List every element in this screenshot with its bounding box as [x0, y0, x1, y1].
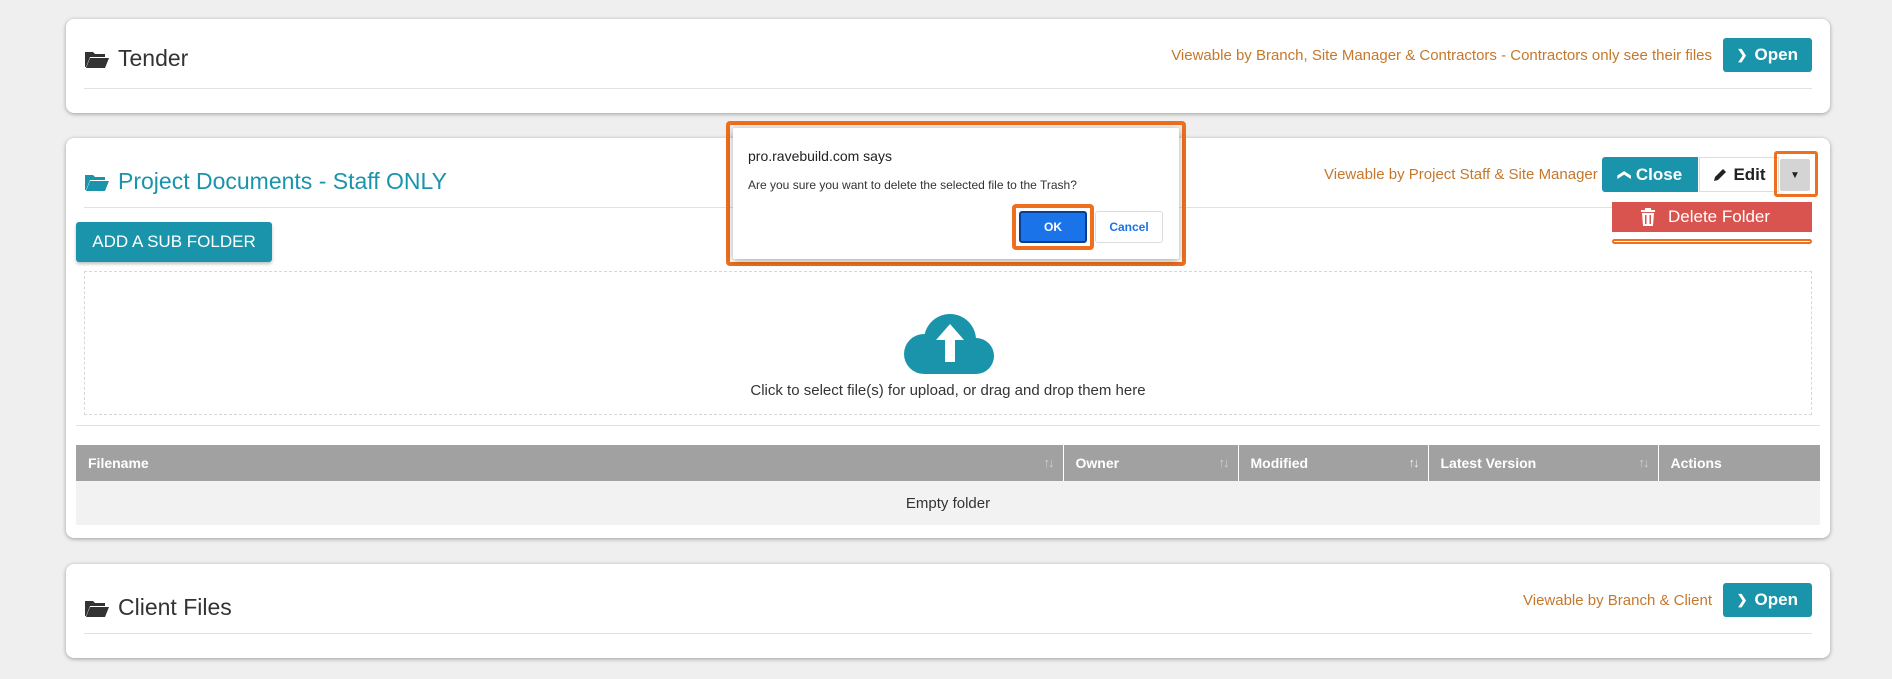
- client-files-header: Client Files Viewable by Branch & Client…: [84, 564, 1812, 634]
- dialog-title: pro.ravebuild.com says: [748, 148, 892, 164]
- table-header-row: Filename ↑↓ Owner ↑↓ Modified ↑↓ Latest …: [76, 445, 1820, 481]
- close-folder-button[interactable]: ❯ Close: [1602, 157, 1699, 192]
- folder-open-icon: [85, 174, 109, 191]
- pencil-icon: [1714, 168, 1727, 181]
- edit-folder-button[interactable]: Edit: [1699, 157, 1779, 192]
- tender-viewable-note: Viewable by Branch, Site Manager & Contr…: [1171, 47, 1712, 64]
- table-row: Empty folder: [76, 481, 1820, 525]
- tender-panel-header: Tender Viewable by Branch, Site Manager …: [84, 19, 1812, 89]
- client-files-panel: Client Files Viewable by Branch & Client…: [66, 564, 1830, 658]
- cloud-upload-icon: [904, 314, 994, 374]
- close-label: Close: [1635, 164, 1683, 184]
- chevron-down-icon: ❯: [1736, 47, 1748, 62]
- dialog-message: Are you sure you want to delete the sele…: [748, 178, 1077, 192]
- folder-actions-dropdown-toggle[interactable]: ▼: [1780, 159, 1810, 191]
- caret-down-icon: ▼: [1790, 169, 1800, 181]
- sort-icon: ↑↓: [1218, 455, 1230, 470]
- tender-title-text: Tender: [118, 45, 189, 71]
- divider: [76, 425, 1820, 426]
- empty-folder-message: Empty folder: [76, 481, 1820, 525]
- files-table: Filename ↑↓ Owner ↑↓ Modified ↑↓ Latest …: [76, 445, 1820, 525]
- client-files-title-text: Client Files: [118, 594, 232, 620]
- sort-icon: ↑↓: [1043, 455, 1055, 470]
- project-documents-title-text: Project Documents - Staff ONLY: [118, 168, 447, 194]
- sort-desc-icon: ↑↓: [1408, 455, 1420, 470]
- tender-open-button[interactable]: ❯ Open: [1722, 38, 1812, 72]
- chevron-down-icon: ❯: [1736, 592, 1748, 607]
- delete-folder-menu-item[interactable]: Delete Folder: [1612, 202, 1812, 232]
- edit-label: Edit: [1733, 164, 1766, 184]
- client-files-open-label: Open: [1754, 590, 1798, 609]
- client-files-title[interactable]: Client Files: [84, 594, 232, 621]
- col-filename[interactable]: Filename ↑↓: [76, 445, 1064, 481]
- chevron-up-icon: ❯: [1615, 169, 1631, 180]
- tender-title[interactable]: Tender: [84, 45, 188, 72]
- tender-panel: Tender Viewable by Branch, Site Manager …: [66, 19, 1830, 113]
- col-modified[interactable]: Modified ↑↓: [1238, 445, 1429, 481]
- upload-instructions: Click to select file(s) for upload, or d…: [750, 382, 1146, 399]
- project-documents-title[interactable]: Project Documents - Staff ONLY: [84, 168, 447, 195]
- client-files-viewable-note: Viewable by Branch & Client: [1523, 592, 1712, 609]
- folder-open-icon: [85, 51, 109, 68]
- delete-folder-highlight: [1612, 239, 1812, 244]
- delete-folder-label: Delete Folder: [1668, 207, 1771, 226]
- upload-dropzone[interactable]: Click to select file(s) for upload, or d…: [84, 271, 1812, 415]
- col-owner[interactable]: Owner ↑↓: [1063, 445, 1239, 481]
- sort-icon: ↑↓: [1638, 455, 1650, 470]
- trash-icon: [1641, 208, 1655, 226]
- cancel-button[interactable]: Cancel: [1095, 211, 1163, 243]
- add-sub-folder-button[interactable]: ADD A SUB FOLDER: [76, 222, 272, 262]
- col-actions: Actions: [1658, 445, 1820, 481]
- client-files-open-button[interactable]: ❯ Open: [1722, 583, 1812, 617]
- col-latest-version[interactable]: Latest Version ↑↓: [1428, 445, 1659, 481]
- folder-open-icon: [85, 600, 109, 617]
- tender-open-label: Open: [1754, 45, 1798, 64]
- project-documents-viewable-note: Viewable by Project Staff & Site Manager: [1324, 166, 1598, 183]
- ok-button[interactable]: OK: [1019, 211, 1087, 243]
